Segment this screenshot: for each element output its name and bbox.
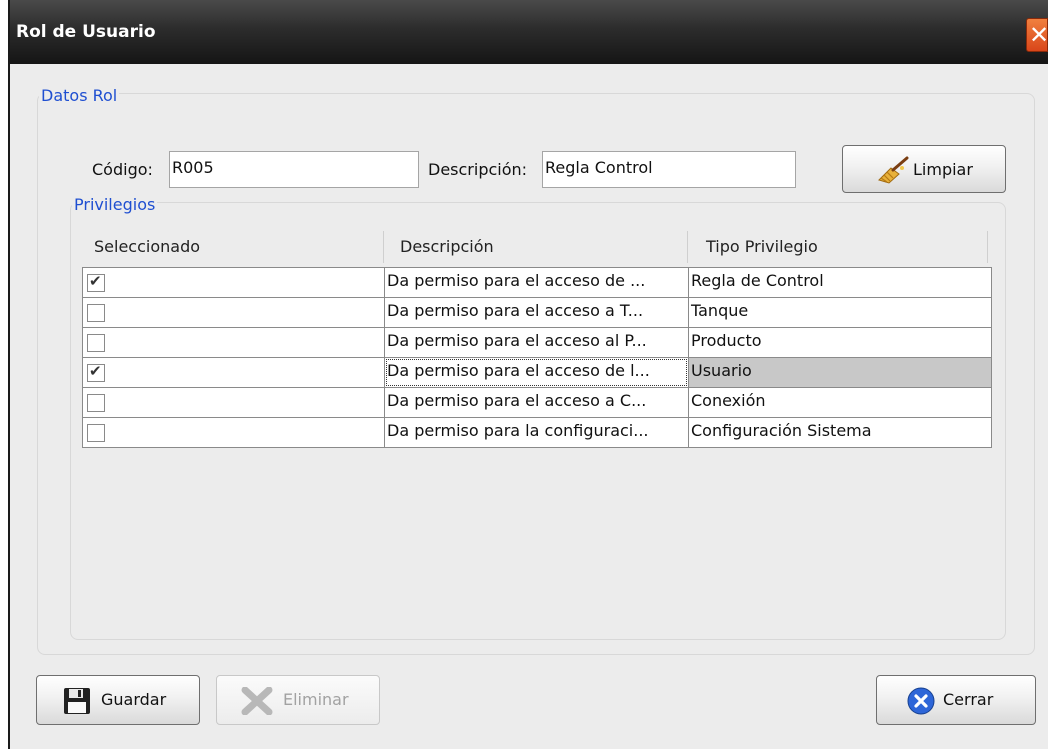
seleccionado-cell: ✔ (82, 267, 385, 298)
row-checkbox[interactable] (87, 304, 105, 322)
table-row[interactable]: Da permiso para el acceso a C... Conexió… (82, 387, 992, 418)
row-checkbox[interactable] (87, 394, 105, 412)
codigo-field[interactable]: R005 (169, 151, 419, 188)
column-header-descripcion[interactable]: Descripción (400, 231, 688, 263)
close-icon: ✕ (1029, 21, 1048, 49)
table-row[interactable]: Da permiso para la configuraci... Config… (82, 417, 992, 448)
descripcion-cell: Da permiso para el acceso a T... (384, 297, 689, 328)
tipo-privilegio-cell: Regla de Control (688, 267, 992, 298)
seleccionado-cell (82, 327, 385, 358)
table-row[interactable]: ✔ Da permiso para el acceso de ... Regla… (82, 267, 992, 298)
guardar-button[interactable]: Guardar (36, 675, 200, 725)
tipo-privilegio-cell: Configuración Sistema (688, 417, 992, 448)
column-header-seleccionado[interactable]: Seleccionado (94, 231, 384, 263)
checkmark-icon: ✔ (89, 272, 102, 290)
descripcion-cell: Da permiso para la configuraci... (384, 417, 689, 448)
dialog-window: Rol de Usuario ✕ Datos Rol Código: R005 … (8, 0, 1048, 749)
codigo-label: Código: (92, 160, 153, 179)
checkmark-icon: ✔ (89, 362, 102, 380)
seleccionado-cell: ✔ (82, 357, 385, 388)
title-bar[interactable]: Rol de Usuario ✕ (10, 0, 1048, 64)
cerrar-label: Cerrar (943, 690, 994, 709)
cerrar-button[interactable]: Cerrar (876, 675, 1036, 725)
table-row[interactable]: Da permiso para el acceso al P... Produc… (82, 327, 992, 358)
tipo-privilegio-cell: Conexión (688, 387, 992, 418)
descripcion-cell: Da permiso para el acceso de ... (384, 267, 689, 298)
descripcion-field[interactable]: Regla Control (542, 151, 796, 188)
window-close-button[interactable]: ✕ (1026, 18, 1048, 52)
limpiar-label: Limpiar (913, 160, 973, 179)
descripcion-cell: Da permiso para el acceso de l... (384, 357, 689, 388)
table-header: Seleccionado Descripción Tipo Privilegio (82, 231, 992, 263)
seleccionado-cell (82, 297, 385, 328)
descripcion-cell: Da permiso para el acceso a C... (384, 387, 689, 418)
privilegios-legend: Privilegios (72, 195, 158, 214)
eliminar-label: Eliminar (283, 690, 349, 709)
row-checkbox[interactable] (87, 424, 105, 442)
descripcion-label: Descripción: (428, 160, 528, 179)
column-header-tipo-privilegio[interactable]: Tipo Privilegio (706, 231, 988, 263)
guardar-label: Guardar (101, 690, 167, 709)
seleccionado-cell (82, 387, 385, 418)
table-row[interactable]: Da permiso para el acceso a T... Tanque (82, 297, 992, 328)
broom-icon (877, 156, 911, 188)
limpiar-button[interactable]: Limpiar (842, 145, 1006, 193)
close-circle-icon (907, 687, 935, 719)
descripcion-cell: Da permiso para el acceso al P... (384, 327, 689, 358)
floppy-disk-icon (63, 687, 91, 719)
row-checkbox[interactable]: ✔ (87, 362, 105, 382)
table-row[interactable]: ✔ Da permiso para el acceso de l... Usua… (82, 357, 992, 388)
tipo-privilegio-cell: Producto (688, 327, 992, 358)
eliminar-button[interactable]: Eliminar (216, 675, 380, 725)
x-delete-icon (241, 686, 273, 719)
datos-rol-legend: Datos Rol (39, 86, 120, 105)
tipo-privilegio-cell: Tanque (688, 297, 992, 328)
row-checkbox[interactable]: ✔ (87, 272, 105, 292)
seleccionado-cell (82, 417, 385, 448)
window-title: Rol de Usuario (16, 22, 156, 42)
tipo-privilegio-cell: Usuario (688, 357, 992, 388)
row-checkbox[interactable] (87, 334, 105, 352)
